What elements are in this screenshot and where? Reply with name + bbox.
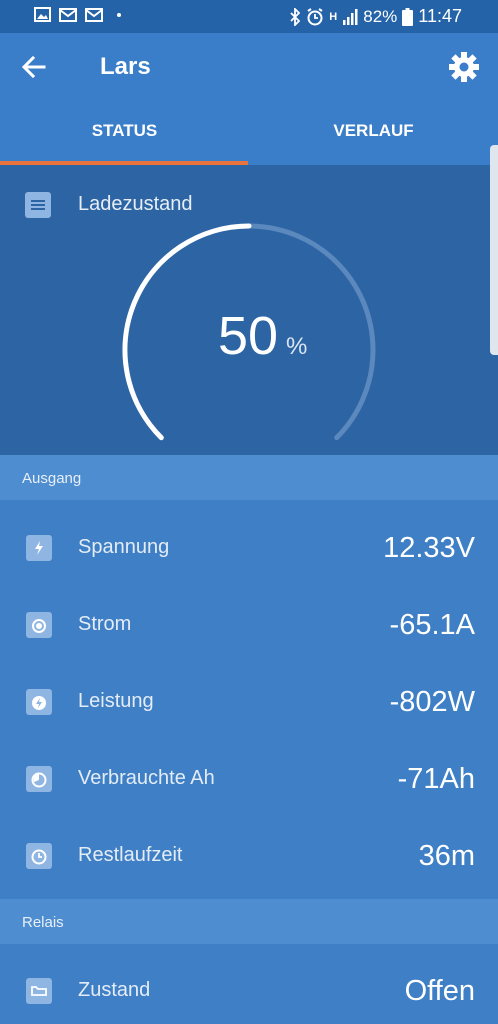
clock-icon	[26, 843, 52, 869]
gear-icon	[449, 52, 479, 82]
bolt-icon	[26, 535, 52, 561]
bluetooth-icon	[290, 7, 301, 26]
row-value: -802W	[389, 686, 475, 718]
list-item-verbrauchte-ah[interactable]: Verbrauchte Ah -71Ah	[0, 741, 498, 818]
row-value: 12.33V	[383, 532, 475, 564]
row-value: -71Ah	[397, 763, 475, 795]
scroll-indicator	[490, 145, 498, 355]
image-icon	[34, 7, 51, 22]
gauge-value: 50	[218, 306, 279, 366]
row-value: -65.1A	[389, 609, 475, 641]
section-header-relais: Relais	[0, 899, 498, 944]
list-item-zustand[interactable]: Zustand Offen	[0, 953, 498, 1024]
consumed-icon	[26, 766, 52, 792]
alarm-icon	[307, 7, 323, 25]
row-label: Leistung	[78, 690, 154, 712]
row-label: Strom	[78, 613, 132, 635]
row-label: Spannung	[78, 536, 170, 558]
current-icon	[26, 612, 52, 638]
back-button[interactable]	[18, 51, 50, 83]
section-title: Ausgang	[22, 470, 82, 487]
clock-time: 11:47	[418, 6, 462, 26]
signal-icon	[343, 8, 358, 25]
relay-icon	[26, 978, 52, 1004]
mail-icon	[85, 7, 103, 22]
section-header-ausgang: Ausgang	[0, 455, 498, 500]
more-notifications-dot	[117, 12, 121, 17]
row-value: 36m	[418, 840, 475, 872]
battery-icon	[402, 7, 414, 26]
row-value: Offen	[404, 975, 475, 1007]
tab-status[interactable]: STATUS	[0, 99, 249, 163]
battery-percent: 82%	[363, 6, 398, 26]
list-item-restlaufzeit[interactable]: Restlaufzeit 36m	[0, 818, 498, 895]
list-item-leistung[interactable]: Leistung -802W	[0, 664, 498, 741]
notification-icons	[34, 7, 121, 22]
state-of-charge-panel: Ladezustand 50 %	[0, 165, 498, 455]
app-bar: Lars STATUS VERLAUF	[0, 33, 498, 165]
settings-button[interactable]	[446, 49, 482, 85]
power-icon	[26, 689, 52, 715]
row-label: Zustand	[78, 979, 151, 1001]
status-bar: H 82% 11:47	[0, 0, 498, 33]
arrow-back-icon	[21, 55, 46, 79]
section-title: Relais	[22, 914, 64, 931]
row-label: Verbrauchte Ah	[78, 767, 215, 789]
network-type: H	[329, 10, 338, 23]
row-label: Restlaufzeit	[78, 844, 183, 866]
page-title: Lars	[100, 53, 151, 80]
gauge-unit: %	[286, 333, 308, 360]
mail-icon	[59, 7, 77, 22]
system-icons: H 82% 11:47	[289, 6, 462, 27]
list-item-strom[interactable]: Strom -65.1A	[0, 587, 498, 664]
list-item-spannung[interactable]: Spannung 12.33V	[0, 510, 498, 587]
tab-verlauf[interactable]: VERLAUF	[249, 99, 498, 163]
